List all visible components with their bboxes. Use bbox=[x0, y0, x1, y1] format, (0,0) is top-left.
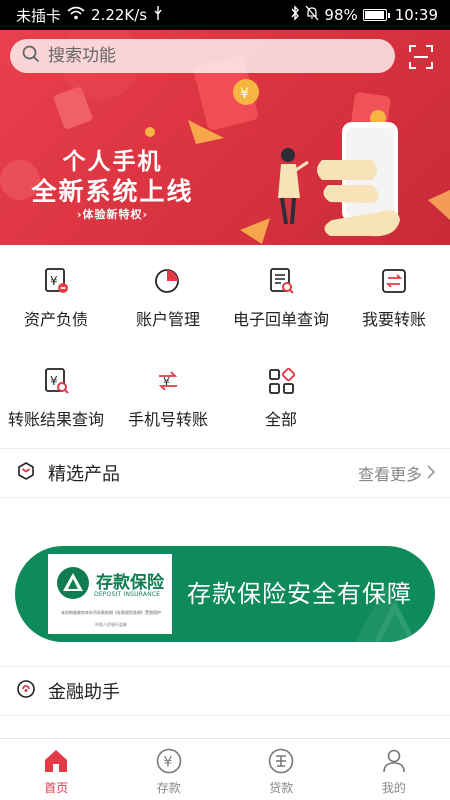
func-label: 资产负债 bbox=[23, 310, 88, 329]
search-bar[interactable] bbox=[10, 39, 395, 73]
scan-button[interactable] bbox=[408, 44, 434, 70]
nav-deposit[interactable]: ¥ 存款 bbox=[113, 739, 226, 800]
svg-text:¥: ¥ bbox=[240, 86, 249, 102]
assistant-icon bbox=[16, 679, 36, 703]
home-icon bbox=[45, 750, 68, 772]
assistant-section-header[interactable]: 金融助手 bbox=[0, 667, 450, 715]
usb-icon bbox=[153, 5, 163, 25]
svg-text:¥: ¥ bbox=[50, 374, 58, 388]
battery-percent: 98% bbox=[324, 6, 358, 24]
yuan-coin-icon: ¥ bbox=[156, 748, 182, 774]
chevron-right-icon bbox=[426, 464, 436, 483]
func-transfer-result[interactable]: ¥ 转账结果查询 bbox=[0, 350, 112, 440]
transfer-result-icon: ¥ bbox=[45, 368, 69, 394]
nav-label: 首页 bbox=[44, 781, 69, 795]
svg-text:¥: ¥ bbox=[50, 274, 58, 288]
deposit-insurance-banner[interactable]: 存款保险 DEPOSIT INSURANCE 本机构吸收的本外币存款依照《存款保… bbox=[15, 546, 435, 642]
battery-icon bbox=[362, 9, 390, 21]
nav-label: 存款 bbox=[156, 781, 181, 795]
nav-mine[interactable]: 我的 bbox=[338, 739, 450, 800]
banner-cta[interactable]: ›体验新特权› bbox=[0, 206, 225, 222]
insurance-card-issuer: 中国人民银行监制 bbox=[95, 622, 127, 627]
func-label: 我要转账 bbox=[361, 310, 426, 329]
assistant-title: 金融助手 bbox=[48, 682, 120, 703]
carrier-label: 未插卡 bbox=[16, 6, 62, 25]
clock: 10:39 bbox=[394, 6, 438, 24]
featured-section-header: 精选产品 查看更多 bbox=[0, 449, 450, 497]
func-asset-liability[interactable]: ¥ 资产负债 bbox=[0, 250, 112, 340]
func-receipt-query[interactable]: 电子回单查询 bbox=[225, 250, 337, 340]
func-phone-transfer[interactable]: ¥ 手机号转账 bbox=[112, 350, 224, 440]
phone-transfer-icon: ¥ bbox=[158, 371, 178, 391]
wifi-icon bbox=[67, 6, 85, 24]
svg-text:¥: ¥ bbox=[163, 755, 172, 771]
insurance-card-title: 存款保险 bbox=[96, 573, 164, 593]
asset-liability-icon: ¥ bbox=[45, 268, 68, 293]
view-more-label: 查看更多 bbox=[357, 465, 422, 484]
deposit-insurance-logo-icon bbox=[57, 567, 89, 599]
nav-home[interactable]: 首页 bbox=[0, 739, 113, 800]
status-bar: 未插卡 2.22K/s 98% 10:39 bbox=[0, 0, 450, 30]
view-more-link[interactable]: 查看更多 bbox=[358, 449, 436, 497]
receipt-search-icon bbox=[270, 268, 294, 294]
nav-loan[interactable]: 贷款 bbox=[225, 739, 338, 800]
bluetooth-icon bbox=[290, 5, 300, 25]
func-label: 转账结果查询 bbox=[7, 410, 104, 429]
user-icon bbox=[382, 749, 405, 773]
search-input[interactable] bbox=[48, 46, 348, 66]
func-all[interactable]: 全部 bbox=[225, 350, 337, 440]
bottom-nav: 首页 ¥ 存款 贷款 我的 bbox=[0, 738, 450, 800]
search-icon bbox=[22, 45, 40, 67]
divider bbox=[0, 497, 450, 498]
promo-banner[interactable]: ¥ 个人手机 全新系统上线 ›体验新特权› bbox=[0, 30, 450, 245]
nav-label: 我的 bbox=[381, 781, 406, 795]
func-transfer[interactable]: 我要转账 bbox=[338, 250, 450, 340]
insurance-slogan: 存款保险安全有保障 bbox=[187, 580, 412, 608]
divider bbox=[0, 715, 450, 716]
network-speed: 2.22K/s bbox=[91, 6, 148, 24]
scan-icon bbox=[408, 45, 434, 74]
func-label: 全部 bbox=[264, 410, 297, 429]
featured-icon bbox=[16, 461, 36, 485]
banner-title-line1: 个人手机 bbox=[62, 149, 163, 175]
all-grid-icon bbox=[269, 367, 296, 394]
insurance-card: 存款保险 DEPOSIT INSURANCE 本机构吸收的本外币存款依照《存款保… bbox=[48, 554, 172, 634]
nav-label: 贷款 bbox=[269, 781, 294, 795]
pie-chart-icon bbox=[155, 269, 179, 293]
banner-title-line2: 全新系统上线 bbox=[31, 177, 194, 206]
func-account-management[interactable]: 账户管理 bbox=[112, 250, 224, 340]
mute-icon bbox=[305, 5, 319, 25]
insurance-card-notice: 本机构吸收的本外币存款依照《存款保险条例》受到保护 bbox=[61, 610, 161, 615]
featured-title: 精选产品 bbox=[48, 464, 120, 485]
func-label: 电子回单查询 bbox=[232, 310, 329, 329]
loan-icon bbox=[268, 748, 294, 774]
func-label: 账户管理 bbox=[135, 310, 200, 329]
func-label: 手机号转账 bbox=[127, 410, 208, 429]
battery-level-fill bbox=[364, 11, 385, 19]
svg-text:¥: ¥ bbox=[163, 375, 170, 388]
transfer-icon bbox=[382, 269, 406, 293]
insurance-card-subtitle: DEPOSIT INSURANCE bbox=[94, 591, 161, 598]
